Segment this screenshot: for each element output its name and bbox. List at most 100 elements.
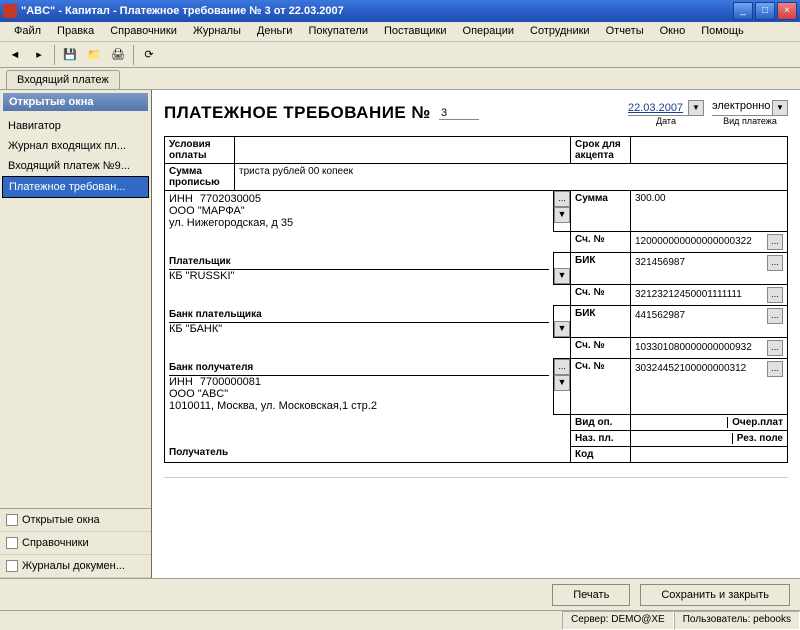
paytype-label: Вид платежа bbox=[723, 116, 777, 126]
sidebar-item-nav[interactable]: Навигатор bbox=[2, 116, 149, 136]
payer-label: Плательщик bbox=[169, 254, 549, 270]
refresh-icon[interactable]: ⟳ bbox=[138, 44, 160, 66]
browse-button[interactable]: ... bbox=[767, 361, 783, 377]
sidebar: Открытые окна Навигатор Журнал входящих … bbox=[0, 90, 152, 578]
menu-journals[interactable]: Журналы bbox=[185, 22, 249, 41]
status-user: Пользователь: pebooks bbox=[674, 611, 800, 630]
account-label: Сч. № bbox=[571, 358, 631, 414]
sidebar-btn-journals[interactable]: Журналы докумен... bbox=[0, 555, 151, 578]
window-title: "ABC" - Капитал - Платежное требование №… bbox=[21, 5, 733, 17]
accept-label: Срок для акцепта bbox=[571, 137, 631, 164]
menu-help[interactable]: Помощь bbox=[693, 22, 752, 41]
menu-suppliers[interactable]: Поставщики bbox=[376, 22, 455, 41]
menu-ops[interactable]: Операции bbox=[455, 22, 522, 41]
account-field[interactable] bbox=[635, 289, 767, 300]
org-name: ООО "МАРФА" bbox=[169, 205, 549, 217]
document-area: ПЛАТЕЖНОЕ ТРЕБОВАНИЕ № 3 ▼ Дата электрон… bbox=[152, 90, 800, 578]
dropdown-icon[interactable]: ▼ bbox=[554, 268, 570, 284]
browse-button[interactable]: ... bbox=[767, 340, 783, 356]
sidebar-item-journal[interactable]: Журнал входящих пл... bbox=[2, 136, 149, 156]
bik-label: БИК bbox=[571, 305, 631, 337]
save-icon[interactable]: 💾 bbox=[59, 44, 81, 66]
save-close-button[interactable]: Сохранить и закрыть bbox=[640, 584, 790, 606]
menu-staff[interactable]: Сотрудники bbox=[522, 22, 598, 41]
account-field[interactable] bbox=[635, 342, 767, 353]
maximize-button[interactable]: □ bbox=[755, 2, 775, 20]
browse-button[interactable]: ... bbox=[767, 255, 783, 271]
paytype-field[interactable]: электронно bbox=[712, 100, 772, 116]
sum-value[interactable]: 300.00 bbox=[631, 191, 788, 232]
bik-label: БИК bbox=[571, 252, 631, 284]
rez-label: Рез. поле bbox=[732, 433, 783, 444]
account-field[interactable] bbox=[635, 236, 767, 247]
sidebar-item-payment[interactable]: Входящий платеж №9... bbox=[2, 156, 149, 176]
menu-reports[interactable]: Отчеты bbox=[598, 22, 652, 41]
tab-incoming[interactable]: Входящий платеж bbox=[6, 70, 120, 89]
conditions-label: Условия оплаты bbox=[165, 137, 235, 164]
browse-button[interactable]: ... bbox=[767, 308, 783, 324]
bik-field[interactable] bbox=[635, 310, 767, 321]
doc-number[interactable]: 3 bbox=[439, 107, 479, 120]
bik-field[interactable] bbox=[635, 257, 767, 268]
open-icon[interactable]: 📁 bbox=[83, 44, 105, 66]
tabbar: Входящий платеж bbox=[0, 68, 800, 90]
doc-title: ПЛАТЕЖНОЕ ТРЕБОВАНИЕ № bbox=[164, 103, 431, 123]
bank-payer-name: КБ "БАНК" bbox=[169, 323, 549, 335]
org-addr: ул. Нижегородская, д 35 bbox=[169, 217, 549, 229]
status-bar: Сервер: DEMO@XE Пользователь: pebooks bbox=[0, 610, 800, 630]
status-server: Сервер: DEMO@XE bbox=[562, 611, 674, 630]
naz-label: Наз. пл. bbox=[571, 430, 631, 446]
sidebar-item-demand[interactable]: Платежное требован... bbox=[2, 176, 149, 198]
sumwords-value: триста рублей 00 копеек bbox=[235, 164, 788, 191]
vid-label: Вид оп. bbox=[571, 414, 631, 430]
dropdown-icon[interactable]: ▼ bbox=[554, 321, 570, 337]
menu-edit[interactable]: Правка bbox=[49, 22, 102, 41]
recv-label: Получатель bbox=[169, 445, 566, 460]
minimize-button[interactable]: _ bbox=[733, 2, 753, 20]
sidebar-btn-label: Журналы докумен... bbox=[22, 560, 125, 572]
payer-bank: КБ "RUSSKI" bbox=[169, 270, 549, 282]
menu-money[interactable]: Деньги bbox=[249, 22, 301, 41]
recipient-input[interactable] bbox=[164, 465, 788, 478]
dropdown-icon[interactable]: ▼ bbox=[554, 207, 570, 223]
ocher-label: Очер.плат bbox=[727, 417, 783, 428]
square-icon bbox=[6, 537, 18, 549]
browse-button[interactable]: ... bbox=[767, 234, 783, 250]
account-label: Сч. № bbox=[571, 337, 631, 358]
square-icon bbox=[6, 514, 18, 526]
paytype-dropdown-icon[interactable]: ▼ bbox=[772, 100, 788, 116]
back-icon[interactable]: ◄ bbox=[4, 44, 26, 66]
inn-value: 7700000081 bbox=[200, 376, 261, 388]
bank-payer-label: Банк плательщика bbox=[169, 307, 549, 323]
inn-value: 7702030005 bbox=[200, 193, 261, 205]
kod-label: Код bbox=[571, 446, 631, 462]
menu-refs[interactable]: Справочники bbox=[102, 22, 185, 41]
menu-file[interactable]: Файл bbox=[6, 22, 49, 41]
date-label: Дата bbox=[656, 116, 676, 126]
square-icon bbox=[6, 560, 18, 572]
dropdown-icon[interactable]: ▼ bbox=[554, 375, 570, 391]
inn-label: ИНН bbox=[169, 376, 193, 388]
sidebar-btn-label: Открытые окна bbox=[22, 514, 100, 526]
browse-button[interactable]: ... bbox=[554, 191, 570, 207]
fwd-icon[interactable]: ▸ bbox=[28, 44, 50, 66]
menu-window[interactable]: Окно bbox=[652, 22, 694, 41]
bank-recv-label: Банк получателя bbox=[169, 360, 549, 376]
account-label: Сч. № bbox=[571, 284, 631, 305]
print-button[interactable]: Печать bbox=[552, 584, 630, 606]
button-bar: Печать Сохранить и закрыть bbox=[0, 578, 800, 610]
menu-buyers[interactable]: Покупатели bbox=[300, 22, 376, 41]
browse-button[interactable]: ... bbox=[554, 359, 570, 375]
account-field[interactable] bbox=[635, 363, 767, 374]
app-icon bbox=[3, 4, 17, 18]
print-icon[interactable]: 🖨 bbox=[107, 44, 129, 66]
sidebar-header: Открытые окна bbox=[3, 93, 148, 111]
sidebar-btn-windows[interactable]: Открытые окна bbox=[0, 509, 151, 532]
sidebar-btn-refs[interactable]: Справочники bbox=[0, 532, 151, 555]
date-dropdown-icon[interactable]: ▼ bbox=[688, 100, 704, 116]
browse-button[interactable]: ... bbox=[767, 287, 783, 303]
org-addr: 1010011, Москва, ул. Московская,1 стр.2 bbox=[169, 400, 549, 412]
close-button[interactable]: × bbox=[777, 2, 797, 20]
date-field[interactable] bbox=[628, 100, 688, 116]
menubar: Файл Правка Справочники Журналы Деньги П… bbox=[0, 22, 800, 42]
